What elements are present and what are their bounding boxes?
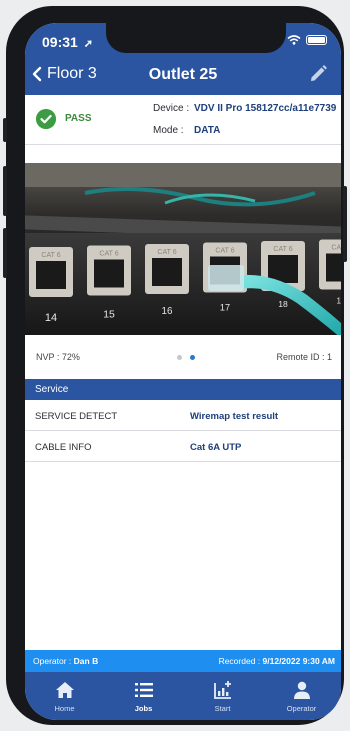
test-result-header: PASS Device : VDV II Pro 158127cc/a11e77… xyxy=(25,95,341,145)
port-number: 16 xyxy=(162,306,173,317)
mode-value: DATA xyxy=(194,125,221,136)
port-number: 17 xyxy=(220,303,230,313)
operator-label: Operator : xyxy=(33,656,72,666)
record-info-bar: Operator : Dan B Recorded : 9/12/2022 9:… xyxy=(25,650,341,672)
battery-icon xyxy=(306,35,327,45)
cable-info-label: CABLE INFO xyxy=(35,442,92,453)
port-number: 15 xyxy=(103,310,115,321)
port-number: 19 xyxy=(337,297,341,306)
service-detect-row[interactable]: SERVICE DETECT Wiremap test result xyxy=(25,400,341,431)
status-time: 09:31 ➚ xyxy=(42,34,93,50)
tab-jobs[interactable]: Jobs xyxy=(104,672,183,720)
pager-dot-1[interactable] xyxy=(177,355,182,360)
cable-info-value: Cat 6A UTP xyxy=(190,442,242,453)
tab-start-label: Start xyxy=(214,704,231,713)
photo-info: NVP : 72% Remote ID : 1 xyxy=(25,335,341,379)
recorded-info: Recorded : 9/12/2022 9:30 AM xyxy=(219,656,335,666)
list-icon xyxy=(134,683,153,697)
device-label: Device : xyxy=(153,103,190,114)
mode-label: Mode : xyxy=(153,125,184,136)
operator-info: Operator : Dan B xyxy=(33,656,98,666)
pass-status: PASS xyxy=(65,113,92,124)
service-section-header: Service xyxy=(25,379,341,400)
recorded-value: 9/12/2022 9:30 AM xyxy=(262,656,335,666)
phone-screen: 09:31 ➚ Floor 3 Outlet 25 PASS Device: … xyxy=(25,23,341,720)
device-value: VDV II Pro 158127cc/a11e7739 xyxy=(194,103,337,114)
tab-home-label: Home xyxy=(54,704,75,713)
wifi-icon xyxy=(287,35,301,45)
recorded-label: Recorded : xyxy=(218,656,261,666)
service-detect-label: SERVICE DETECT xyxy=(35,411,118,422)
tab-start[interactable]: Start xyxy=(183,672,262,720)
home-icon xyxy=(55,682,74,698)
check-circle-icon xyxy=(36,109,56,129)
volume-up-button xyxy=(3,166,7,216)
tab-bar: Home Jobs Start Operator xyxy=(25,672,341,720)
nvp-value: NVP : 72% xyxy=(36,352,80,362)
port-label: CAT 6 xyxy=(331,245,341,252)
operator-value: Dan B xyxy=(73,656,99,666)
remote-id: Remote ID : 1 xyxy=(276,352,332,362)
port-label: CAT 6 xyxy=(99,251,118,258)
port-number: 18 xyxy=(278,299,288,309)
phone-frame: 09:31 ➚ Floor 3 Outlet 25 PASS Device: … xyxy=(3,6,347,725)
tab-jobs-label: Jobs xyxy=(134,704,153,713)
mute-switch xyxy=(3,118,7,142)
tab-operator[interactable]: Operator xyxy=(262,672,341,720)
port-label: CAT 6 xyxy=(157,249,176,256)
port-number: 14 xyxy=(45,312,57,324)
tab-home[interactable]: Home xyxy=(25,672,104,720)
notch xyxy=(106,23,286,53)
port-label: CAT 6 xyxy=(273,246,292,253)
outlet-photo[interactable]: CAT 6 14 CAT 6 15 CAT 6 16 CAT 6 17 CAT 6 18 CAT 6… xyxy=(25,163,341,335)
person-icon xyxy=(293,681,310,699)
pager-dot-2[interactable] xyxy=(190,355,195,360)
patch-panel-photo: CAT 6 14 CAT 6 15 CAT 6 16 CAT 6 17 CAT 6 18 CAT 6… xyxy=(25,163,341,335)
tab-operator-label: Operator xyxy=(286,704,317,713)
location-arrow-icon: ➚ xyxy=(83,38,93,50)
cable-info-row[interactable]: CABLE INFO Cat 6A UTP xyxy=(25,431,341,462)
status-time-text: 09:31 xyxy=(42,34,78,50)
port-label: CAT 6 xyxy=(215,248,234,255)
photo-pager xyxy=(177,355,195,360)
power-button xyxy=(343,186,347,262)
pencil-icon[interactable] xyxy=(307,63,329,85)
chart-plus-icon xyxy=(213,681,231,699)
page-title: Outlet 25 xyxy=(148,66,218,83)
volume-down-button xyxy=(3,228,7,278)
port-label: CAT 6 xyxy=(41,252,60,259)
service-detect-value: Wiremap test result xyxy=(190,411,279,422)
